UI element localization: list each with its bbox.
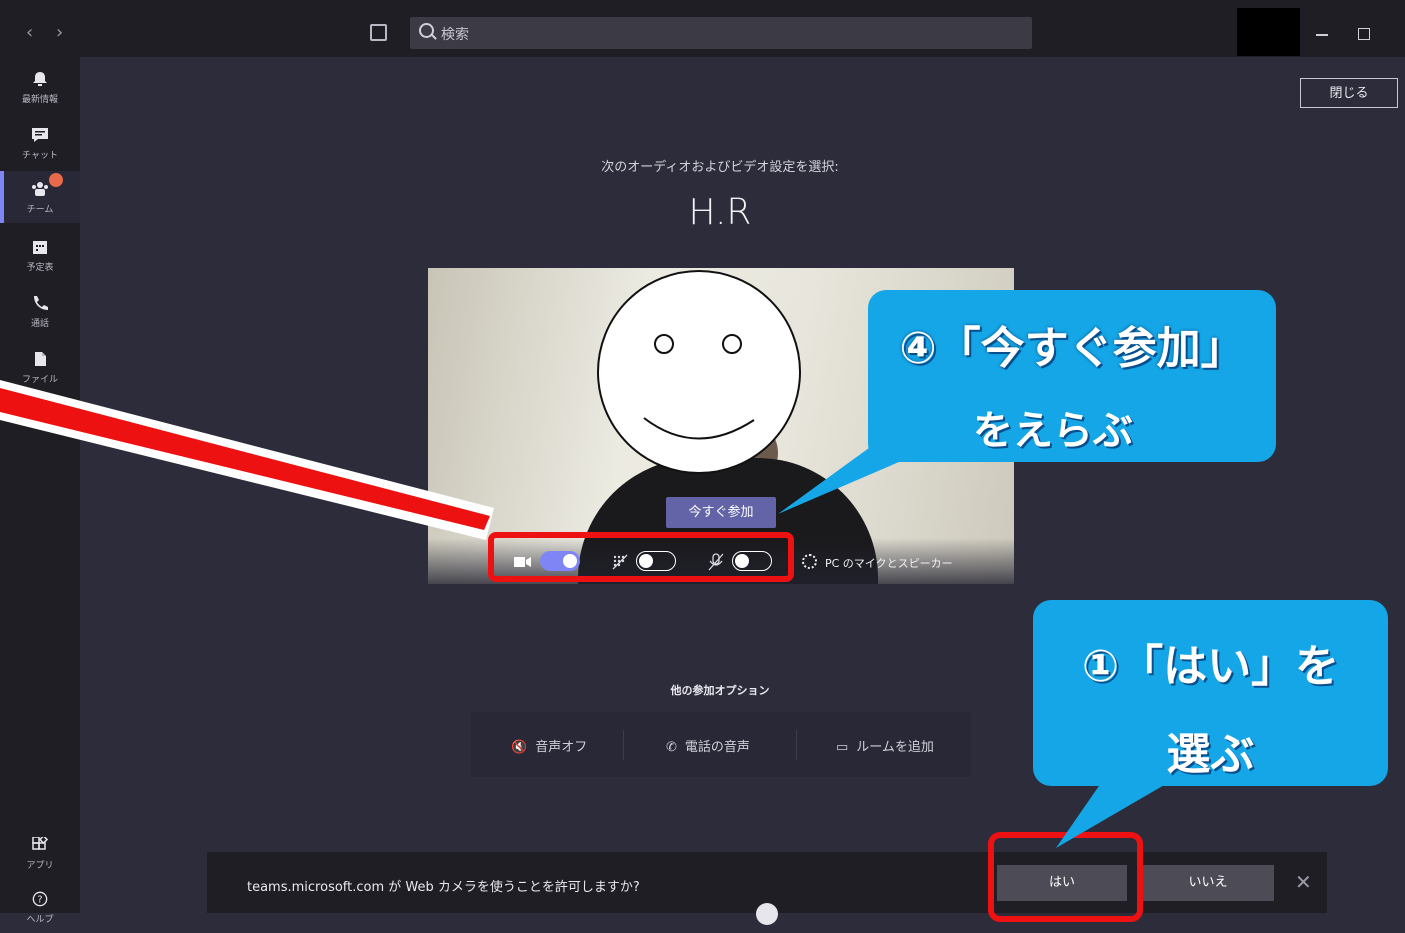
option-label: 電話の音声 xyxy=(684,740,750,755)
rail-label: 最新情報 xyxy=(21,95,58,105)
close-icon[interactable]: ✕ xyxy=(1295,870,1312,894)
rail-label: チーム xyxy=(26,205,54,215)
rail-label: ヘルプ xyxy=(26,915,54,925)
callout-join-now: ④「今すぐ参加」 をえらぶ xyxy=(868,290,1276,462)
callout-text: をえらぶ xyxy=(973,408,1133,454)
rail-item-apps[interactable]: アプリ xyxy=(0,827,80,879)
search-icon xyxy=(419,23,434,38)
search-placeholder: 検索 xyxy=(441,27,469,43)
allow-no-button[interactable]: いいえ xyxy=(1142,865,1274,901)
room-icon: ▭ xyxy=(836,740,849,755)
phone-audio-option[interactable]: ✆ 電話の音声 xyxy=(666,736,750,755)
callout-text: ④「今すぐ参加」 xyxy=(899,323,1245,374)
calendar-icon xyxy=(33,241,47,254)
rail-item-chat[interactable]: チャット xyxy=(0,117,80,169)
permission-message: teams.microsoft.com が Web カメラを使うことを許可します… xyxy=(247,880,640,895)
callout-choose-yes: ①「はい」を 選ぶ xyxy=(1033,600,1388,786)
forward-icon[interactable]: › xyxy=(56,22,63,44)
rail-label: 通話 xyxy=(30,319,49,329)
option-label: 音声オフ xyxy=(535,740,588,755)
compose-icon[interactable] xyxy=(370,24,387,41)
notification-badge xyxy=(49,173,63,187)
join-now-button[interactable]: 今すぐ参加 xyxy=(666,497,776,528)
other-options-panel: 🔇 音声オフ ✆ 電話の音声 ▭ ルームを追加 xyxy=(471,712,971,777)
add-room-option[interactable]: ▭ ルームを追加 xyxy=(836,736,934,755)
rail-item-calls[interactable]: 通話 xyxy=(0,285,80,337)
minimize-icon[interactable] xyxy=(1316,34,1328,36)
gear-icon[interactable] xyxy=(802,554,817,569)
user-name: H.R xyxy=(688,192,752,233)
rail-item-help[interactable]: ? ヘルプ xyxy=(0,881,80,933)
rail-item-calendar[interactable]: 予定表 xyxy=(0,229,80,281)
other-options-title: 他の参加オプション xyxy=(670,684,770,697)
device-settings-label[interactable]: PC のマイクとスピーカー xyxy=(825,555,953,571)
callout-text: ①「はい」を xyxy=(1081,641,1340,692)
search-input[interactable]: 検索 xyxy=(410,17,1032,49)
maximize-icon[interactable] xyxy=(1358,28,1370,40)
apps-icon xyxy=(32,837,49,850)
chat-icon xyxy=(32,128,48,142)
setup-prompt: 次のオーディオおよびビデオ設定を選択: xyxy=(601,160,839,175)
option-label: ルームを追加 xyxy=(856,740,934,755)
divider xyxy=(796,730,797,760)
annotation-toggle-highlight xyxy=(488,532,794,582)
annotation-pointer-line xyxy=(0,380,494,540)
rail-item-activity[interactable]: 最新情報 xyxy=(0,61,80,113)
rail-label: 予定表 xyxy=(26,263,54,273)
close-button[interactable]: 閉じる xyxy=(1300,78,1398,108)
rail-label: アプリ xyxy=(26,861,54,871)
bell-icon xyxy=(33,72,47,86)
phone-icon xyxy=(34,296,48,310)
callout-text: 選ぶ xyxy=(1166,729,1255,780)
speaker-off-icon: 🔇 xyxy=(511,740,528,755)
svg-text:?: ? xyxy=(37,895,42,906)
help-icon: ? xyxy=(32,891,48,907)
cursor-indicator xyxy=(756,903,778,925)
divider xyxy=(623,730,624,760)
rail-label: チャット xyxy=(22,151,58,161)
teams-icon xyxy=(32,182,48,196)
back-icon[interactable]: ‹ xyxy=(26,22,33,44)
avatar[interactable] xyxy=(1237,8,1300,56)
phone-icon: ✆ xyxy=(666,740,677,755)
audio-off-option[interactable]: 🔇 音声オフ xyxy=(511,736,587,755)
rail-item-teams[interactable]: チーム xyxy=(0,171,80,223)
